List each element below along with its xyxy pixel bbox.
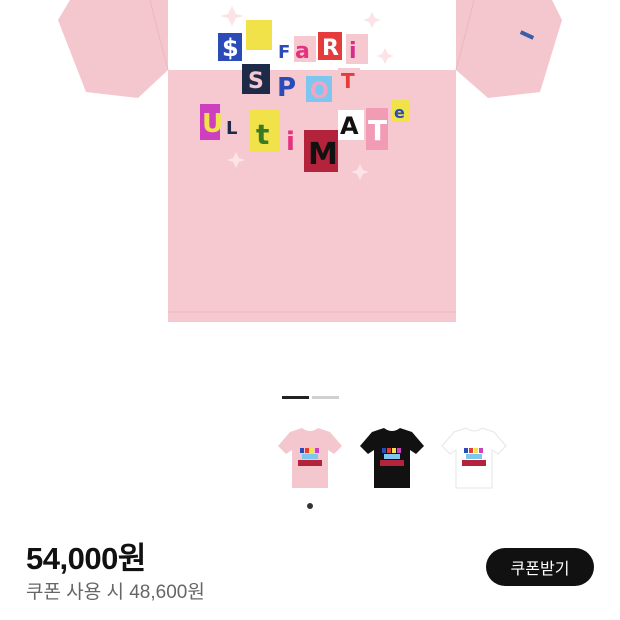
svg-text:S: S bbox=[248, 69, 264, 94]
svg-text:L: L bbox=[226, 118, 237, 139]
variant-black-thumbnail[interactable] bbox=[358, 424, 426, 496]
svg-text:i: i bbox=[349, 39, 357, 64]
svg-text:a: a bbox=[295, 39, 310, 64]
svg-text:$: $ bbox=[222, 34, 239, 62]
svg-text:M: M bbox=[308, 137, 338, 172]
coupon-discount-price: 쿠폰 사용 시 48,600원 bbox=[26, 582, 205, 603]
svg-text:R: R bbox=[322, 36, 339, 61]
svg-text:T: T bbox=[368, 114, 387, 147]
svg-text:U: U bbox=[202, 109, 223, 139]
color-variant-list bbox=[0, 424, 620, 496]
variant-white-thumbnail[interactable] bbox=[440, 424, 508, 496]
svg-text:P: P bbox=[277, 73, 296, 103]
product-tshirt-image: $ F a R i S P O T U L t i M A T e bbox=[58, 0, 562, 322]
svg-text:T: T bbox=[341, 69, 355, 93]
get-coupon-button[interactable]: 쿠폰받기 bbox=[486, 548, 594, 586]
gallery-page-2-indicator[interactable] bbox=[312, 396, 339, 399]
svg-text:i: i bbox=[286, 127, 295, 157]
product-price: 54,000원 bbox=[26, 541, 146, 576]
variant-pink-thumbnail[interactable] bbox=[276, 424, 344, 496]
svg-text:e: e bbox=[394, 103, 405, 122]
gallery-pagination bbox=[282, 396, 342, 399]
product-image-gallery[interactable]: $ F a R i S P O T U L t i M A T e bbox=[0, 0, 620, 360]
gallery-page-1-indicator[interactable] bbox=[282, 396, 309, 399]
svg-text:A: A bbox=[340, 112, 359, 140]
svg-text:F: F bbox=[278, 42, 290, 63]
svg-text:t: t bbox=[256, 118, 269, 151]
svg-text:O: O bbox=[310, 79, 329, 104]
selected-variant-indicator bbox=[307, 503, 313, 509]
